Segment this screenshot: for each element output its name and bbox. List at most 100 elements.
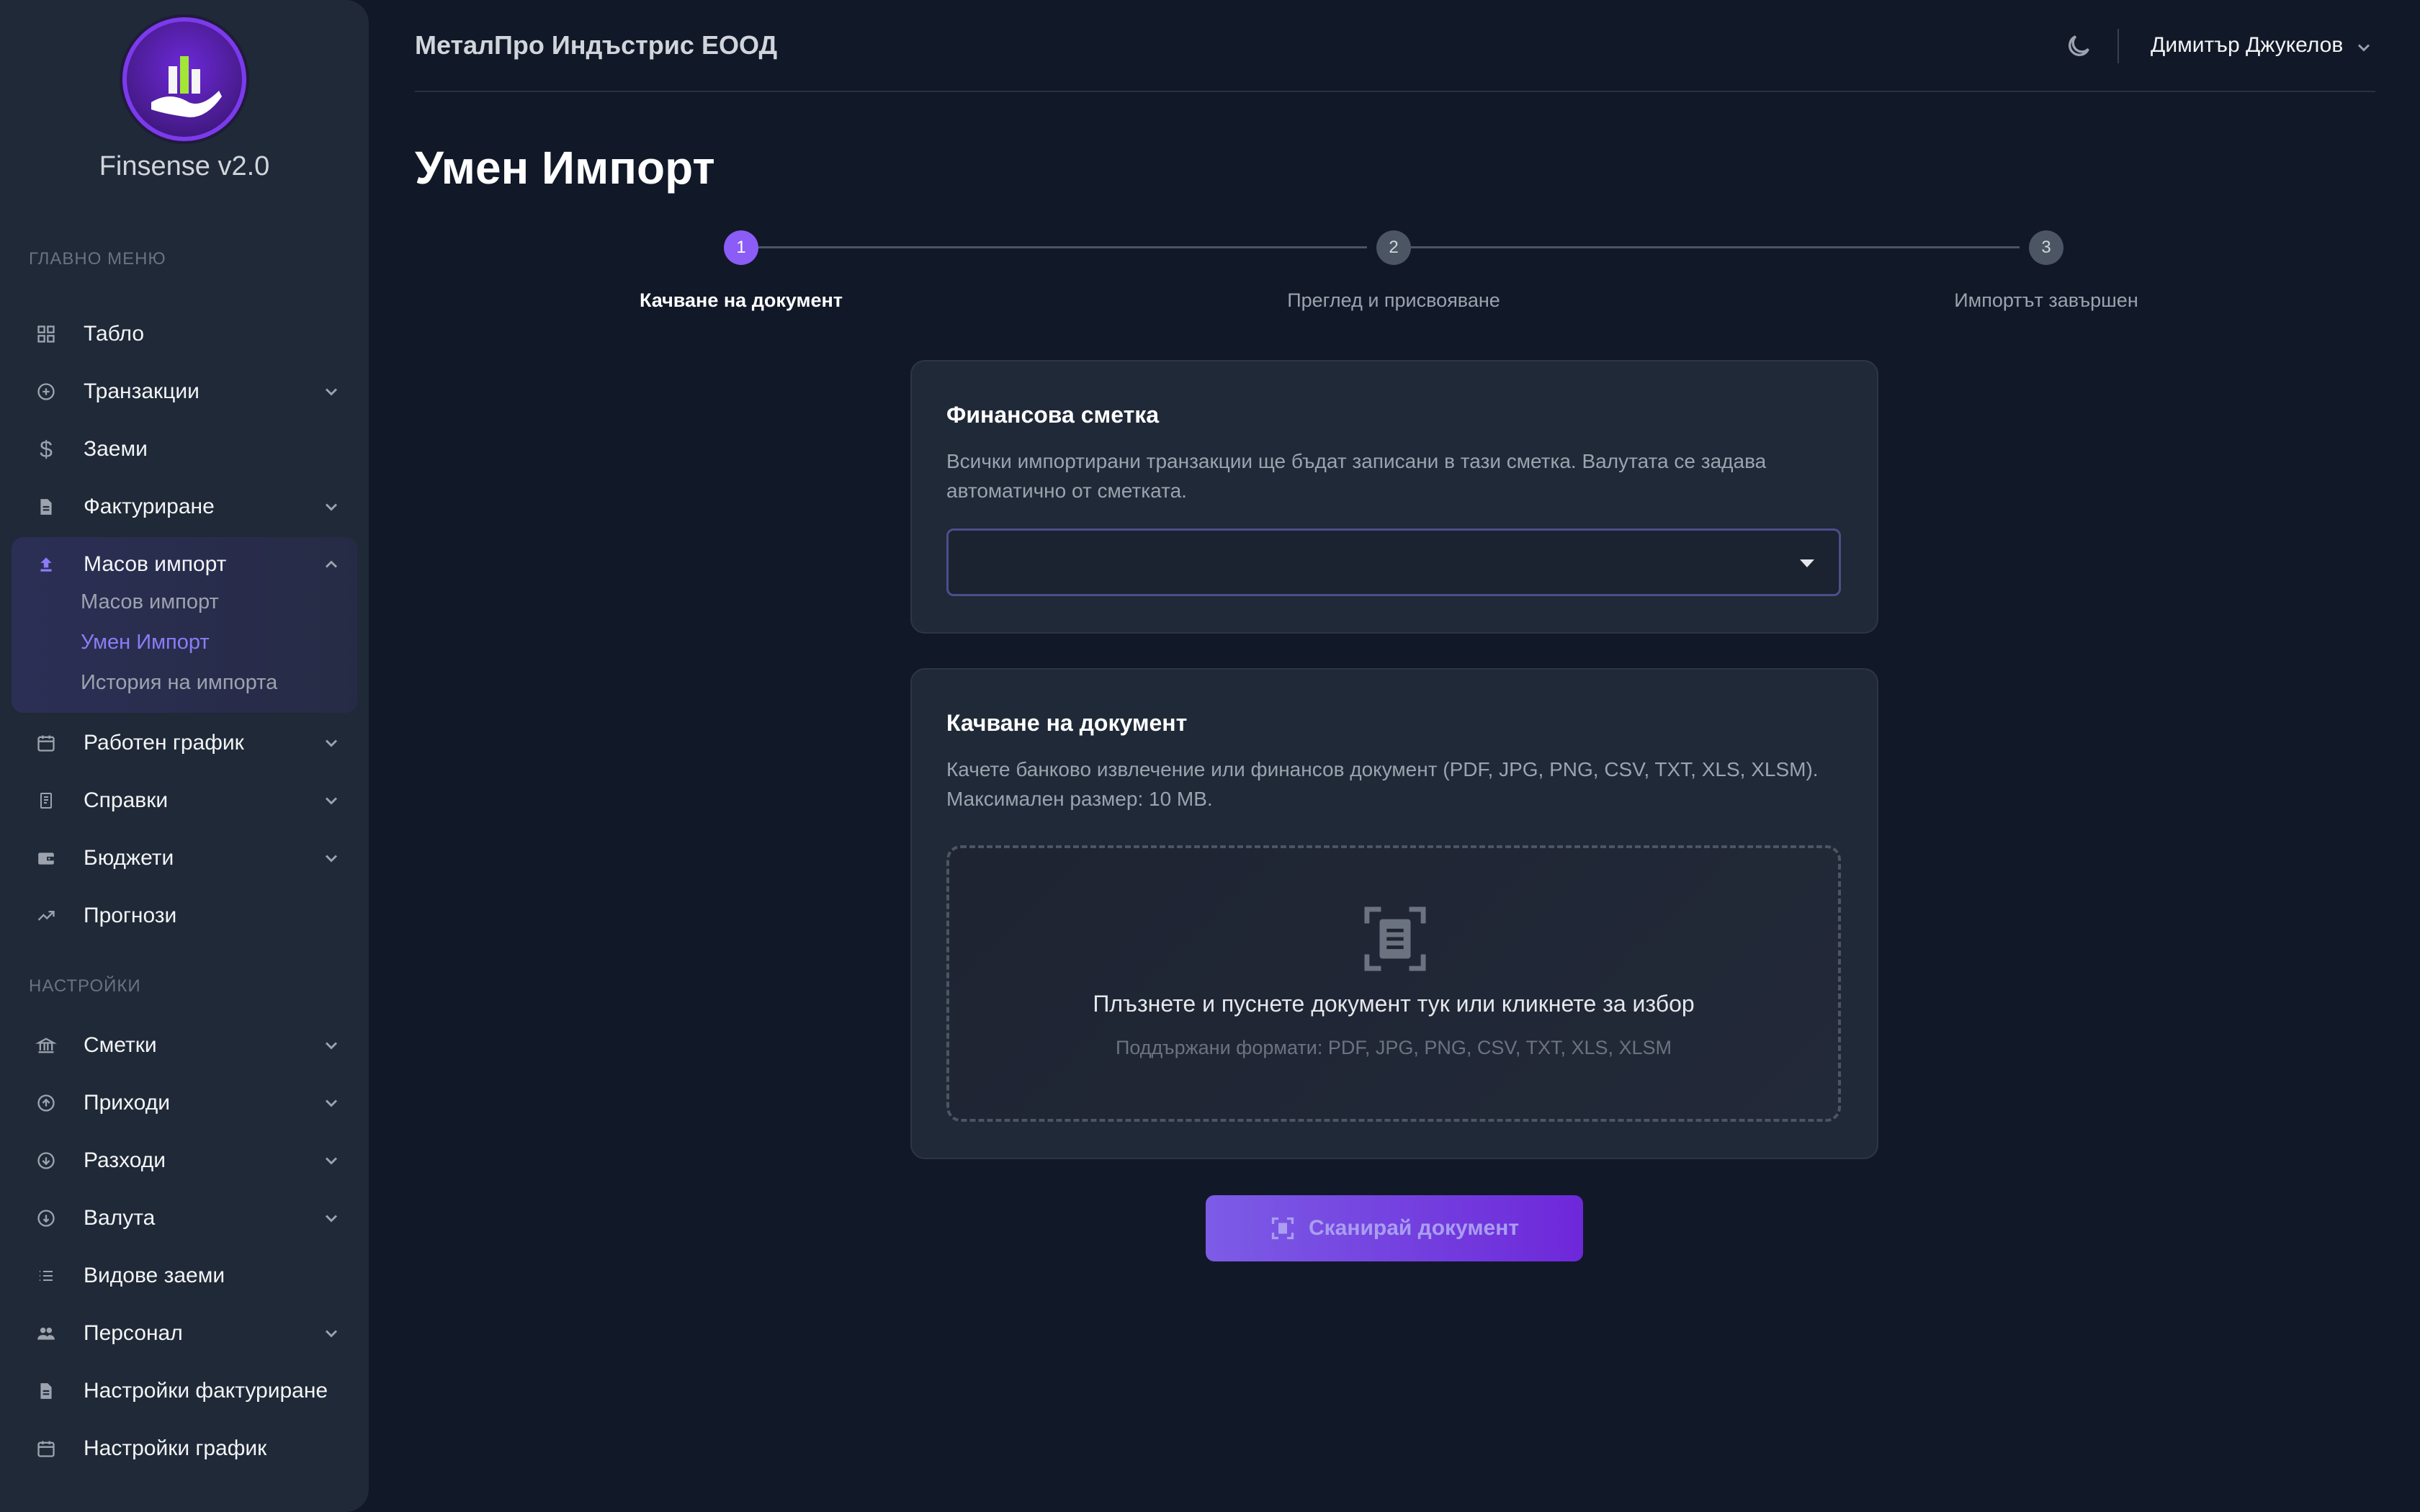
- step-1-indicator: 1: [724, 230, 758, 265]
- scan-button-label: Сканирай документ: [1308, 1216, 1520, 1240]
- sidebar-item-currency[interactable]: Валута: [12, 1191, 357, 1246]
- trending-up-icon: [35, 904, 58, 927]
- currency-circle-icon: [35, 1207, 58, 1230]
- step-connector: [758, 246, 1367, 248]
- sidebar-item-budgets[interactable]: Бюджети: [12, 831, 357, 886]
- sidebar-item-bulk-import[interactable]: Масов импорт: [12, 537, 357, 592]
- document-scan-icon: [1364, 906, 1426, 971]
- sidebar-item-label: Валута: [84, 1206, 156, 1230]
- calendar-icon: [35, 1437, 58, 1460]
- card-title: Качване на документ: [946, 710, 1188, 736]
- sidebar-subitem-import-history[interactable]: История на импорта: [81, 671, 277, 695]
- sidebar-item-income[interactable]: Приходи: [12, 1076, 357, 1130]
- sidebar-item-label: Разходи: [84, 1148, 166, 1172]
- logo-icon: [122, 17, 246, 141]
- sidebar-item-accounts[interactable]: Сметки: [12, 1018, 357, 1073]
- chevron-down-icon: [325, 1215, 338, 1223]
- sidebar-item-loans[interactable]: $ Заеми: [12, 422, 357, 477]
- dropzone-instruction: Плъзнете и пуснете документ тук или клик…: [1093, 991, 1695, 1017]
- sidebar-item-label: Транзакции: [84, 379, 200, 403]
- people-icon: [35, 1322, 58, 1345]
- moon-icon: [2069, 35, 2089, 56]
- chevron-down-icon: [325, 503, 338, 511]
- sidebar-subitem-bulk-import[interactable]: Масов импорт: [81, 590, 219, 614]
- sidebar-item-reports[interactable]: Справки: [12, 773, 357, 828]
- header-divider: [2118, 29, 2119, 63]
- sidebar-item-invoicing[interactable]: Фактуриране: [12, 480, 357, 534]
- plus-circle-icon: [35, 380, 58, 403]
- chevron-down-icon: [325, 739, 338, 747]
- page-title: Умен Импорт: [415, 142, 715, 194]
- document-upload-card: Качване на документ Качете банково извле…: [910, 668, 1878, 1159]
- chevron-down-icon: [325, 797, 338, 805]
- sidebar-item-label: Приходи: [84, 1091, 170, 1115]
- list-icon: [35, 1264, 58, 1287]
- calendar-icon: [35, 732, 58, 755]
- sidebar: Finsense v2.0 ГЛАВНО МЕНЮ Табло Транзакц…: [0, 0, 369, 1512]
- wallet-icon: [35, 847, 58, 870]
- sidebar-item-label: Работен график: [84, 731, 244, 755]
- receipt-icon: [35, 789, 58, 812]
- sidebar-item-label: Прогнози: [84, 904, 177, 927]
- dashboard-grid-icon: [35, 323, 58, 346]
- chevron-up-icon: [325, 560, 338, 568]
- sidebar-item-label: Табло: [84, 322, 145, 346]
- arrow-up-circle-icon: [35, 1092, 58, 1115]
- step-3-indicator: 3: [2029, 230, 2063, 265]
- chevron-down-icon[interactable]: [2354, 37, 2374, 58]
- sidebar-subitem-smart-import[interactable]: Умен Импорт: [81, 631, 210, 654]
- company-name: МеталПро Индъстрис ЕООД: [415, 30, 778, 60]
- sidebar-item-forecasts[interactable]: Прогнози: [12, 888, 357, 943]
- document-icon: [35, 495, 58, 518]
- scan-icon: [1271, 1217, 1294, 1240]
- sidebar-item-label: Бюджети: [84, 846, 174, 870]
- sidebar-item-label: Сметки: [84, 1033, 157, 1057]
- document-icon: [35, 1380, 58, 1403]
- settings-label: НАСТРОЙКИ: [29, 976, 141, 996]
- financial-account-card: Финансова сметка Всички импортирани тран…: [910, 360, 1878, 634]
- step-1-label: Качване на документ: [639, 289, 843, 311]
- upload-icon: [35, 553, 58, 576]
- sidebar-item-label: Фактуриране: [84, 495, 215, 518]
- sidebar-item-dashboard[interactable]: Табло: [12, 307, 357, 361]
- file-dropzone[interactable]: Плъзнете и пуснете документ тук или клик…: [946, 845, 1841, 1122]
- caret-down-icon: [1800, 559, 1814, 567]
- theme-toggle-button[interactable]: [2064, 32, 2093, 60]
- chevron-down-icon: [325, 388, 338, 396]
- card-description: Качете банково извлечение или финансов д…: [946, 758, 1819, 810]
- sidebar-item-label: Масов импорт: [84, 552, 227, 576]
- bank-icon: [35, 1034, 58, 1057]
- sidebar-item-label: Настройки фактуриране: [84, 1379, 328, 1403]
- sidebar-item-work-schedule[interactable]: Работен график: [12, 716, 357, 770]
- dollar-icon: $: [40, 436, 53, 462]
- chevron-down-icon: [325, 1099, 338, 1107]
- step-2-label: Преглед и присвояване: [1287, 289, 1500, 311]
- account-select[interactable]: [946, 528, 1841, 596]
- app-logo[interactable]: [122, 17, 246, 141]
- chevron-down-icon: [325, 1157, 338, 1165]
- sidebar-item-transactions[interactable]: Транзакции: [12, 364, 357, 419]
- step-2-indicator: 2: [1376, 230, 1411, 265]
- card-description: Всички импортирани транзакции ще бъдат з…: [946, 450, 1767, 502]
- app-name: Finsense v2.0: [99, 151, 270, 181]
- user-menu-button[interactable]: Димитър Джукелов: [2151, 33, 2343, 58]
- chevron-down-icon: [325, 1330, 338, 1338]
- sidebar-item-staff[interactable]: Персонал: [12, 1306, 357, 1361]
- chevron-down-icon: [325, 1042, 338, 1050]
- sidebar-item-invoice-settings[interactable]: Настройки фактуриране: [12, 1364, 357, 1418]
- step-3-label: Импортът завършен: [1954, 289, 2138, 311]
- sidebar-item-loan-types[interactable]: Видове заеми: [12, 1248, 357, 1303]
- sidebar-item-label: Настройки график: [84, 1436, 267, 1460]
- sidebar-item-label: Заеми: [84, 437, 148, 461]
- supported-formats: Поддържани формати: PDF, JPG, PNG, CSV, …: [1115, 1037, 1672, 1058]
- sidebar-item-expenses[interactable]: Разходи: [12, 1133, 357, 1188]
- sidebar-item-label: Справки: [84, 788, 169, 812]
- chevron-down-icon: [325, 855, 338, 863]
- sidebar-item-label: Видове заеми: [84, 1264, 225, 1287]
- scan-document-button[interactable]: Сканирай документ: [1206, 1195, 1583, 1261]
- arrow-down-circle-icon: [35, 1149, 58, 1172]
- main-menu-label: ГЛАВНО МЕНЮ: [29, 249, 166, 269]
- sidebar-item-schedule-settings[interactable]: Настройки график: [12, 1421, 357, 1476]
- card-title: Финансова сметка: [946, 402, 1160, 428]
- sidebar-item-label: Персонал: [84, 1321, 183, 1345]
